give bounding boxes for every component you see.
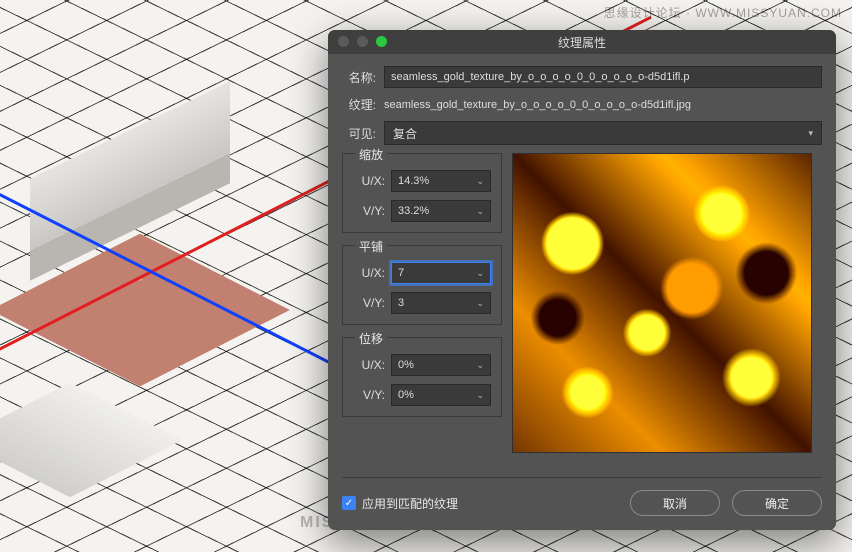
tile-title: 平铺 (355, 238, 387, 255)
offset-vy-label: V/Y: (353, 388, 385, 402)
offset-ux-input[interactable]: 0% ⌄ (391, 354, 491, 376)
gold-texture-image (513, 154, 811, 452)
name-input[interactable]: seamless_gold_texture_by_o_o_o_o_0_0_o_o… (384, 66, 822, 88)
chevron-down-icon: ⌄ (476, 390, 484, 401)
dialog-footer: ✓ 应用到匹配的纹理 取消 确定 (342, 477, 822, 516)
offset-ux-label: U/X: (353, 358, 385, 372)
dialog-titlebar[interactable]: 纹理属性 (328, 30, 836, 54)
scale-vy-label: V/Y: (353, 204, 385, 218)
minimize-icon[interactable] (357, 36, 368, 47)
zoom-icon[interactable] (376, 36, 387, 47)
close-icon[interactable] (338, 36, 349, 47)
scale-ux-input[interactable]: 14.3% ⌄ (391, 170, 491, 192)
window-controls (338, 36, 387, 47)
tile-vy-label: V/Y: (353, 296, 385, 310)
dialog-title: 纹理属性 (558, 34, 606, 51)
apply-matching-label: 应用到匹配的纹理 (362, 495, 458, 512)
scale-group: 缩放 U/X: 14.3%⌄ V/Y: 33.2%⌄ (342, 153, 502, 233)
visible-select[interactable]: 复合 ▾ (384, 121, 822, 145)
offset-ux-value: 0% (398, 359, 414, 371)
tile-ux-value: 7 (398, 267, 404, 279)
scale-ux-value: 14.3% (398, 175, 429, 187)
name-label: 名称: (342, 69, 376, 86)
chevron-down-icon: ⌄ (476, 298, 484, 309)
tile-group: 平铺 U/X: 7⌄ V/Y: 3⌄ (342, 245, 502, 325)
chevron-down-icon: ⌄ (476, 360, 484, 371)
chevron-down-icon: ⌄ (476, 206, 484, 217)
chevron-down-icon: ⌄ (476, 268, 484, 279)
apply-matching-checkbox[interactable]: ✓ 应用到匹配的纹理 (342, 495, 458, 512)
scale-title: 缩放 (355, 146, 387, 163)
ok-button[interactable]: 确定 (732, 490, 822, 516)
texture-preview (512, 153, 812, 453)
offset-group: 位移 U/X: 0%⌄ V/Y: 0%⌄ (342, 337, 502, 417)
scale-ux-label: U/X: (353, 174, 385, 188)
texture-label: 纹理: (342, 96, 376, 113)
visible-value: 复合 (393, 125, 417, 142)
chevron-down-icon: ▾ (808, 128, 813, 139)
chevron-down-icon: ⌄ (476, 176, 484, 187)
texture-path: seamless_gold_texture_by_o_o_o_o_0_0_o_o… (384, 99, 822, 111)
watermark-top: 思缘设计论坛 · WWW.MISSYUAN.COM (604, 4, 842, 21)
offset-vy-input[interactable]: 0% ⌄ (391, 384, 491, 406)
scale-vy-input[interactable]: 33.2% ⌄ (391, 200, 491, 222)
parameter-column: 缩放 U/X: 14.3%⌄ V/Y: 33.2%⌄ 平铺 U/X: (342, 153, 502, 453)
tile-vy-input[interactable]: 3⌄ (391, 292, 491, 314)
scale-vy-value: 33.2% (398, 205, 429, 217)
tile-vy-value: 3 (398, 297, 404, 309)
offset-vy-value: 0% (398, 389, 414, 401)
cancel-button[interactable]: 取消 (630, 490, 720, 516)
offset-title: 位移 (355, 330, 387, 347)
tile-ux-input[interactable]: 7⌄ (391, 262, 491, 284)
check-icon: ✓ (342, 496, 356, 510)
visible-label: 可见: (342, 125, 376, 142)
texture-properties-dialog: 纹理属性 名称: seamless_gold_texture_by_o_o_o_… (328, 30, 836, 530)
dialog-form: 名称: seamless_gold_texture_by_o_o_o_o_0_0… (328, 54, 836, 145)
tile-ux-label: U/X: (353, 266, 385, 280)
